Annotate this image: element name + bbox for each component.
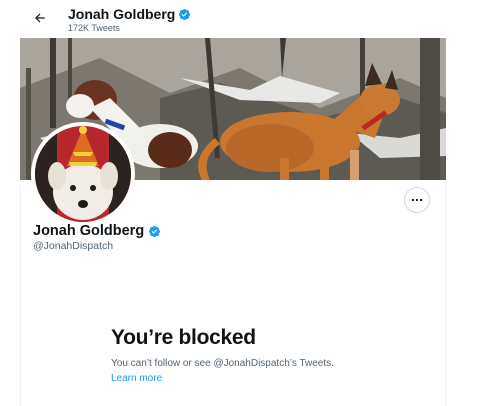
header-title-row: Jonah Goldberg xyxy=(68,6,191,22)
profile-name-row: Jonah Goldberg xyxy=(33,223,161,239)
profile-avatar[interactable] xyxy=(31,122,135,226)
blocked-title: You’re blocked xyxy=(111,326,256,349)
verified-badge-icon xyxy=(149,225,161,237)
profile-handle: @JonahDispatch xyxy=(33,240,114,252)
profile-header-bar: Jonah Goldberg 172K Tweets xyxy=(0,0,446,38)
avatar-image xyxy=(35,126,131,222)
arrow-left-icon xyxy=(35,13,45,23)
verified-badge-icon xyxy=(179,8,191,20)
back-button[interactable] xyxy=(28,6,52,30)
more-horizontal-icon xyxy=(411,198,423,202)
profile-display-name: Jonah Goldberg xyxy=(33,223,145,239)
tweet-count: 172K Tweets xyxy=(68,23,120,33)
more-options-button[interactable] xyxy=(404,187,430,213)
learn-more-link[interactable]: Learn more xyxy=(111,373,162,384)
blocked-message: You can’t follow or see @JonahDispatch’s… xyxy=(111,358,334,369)
header-title: Jonah Goldberg xyxy=(68,6,176,22)
